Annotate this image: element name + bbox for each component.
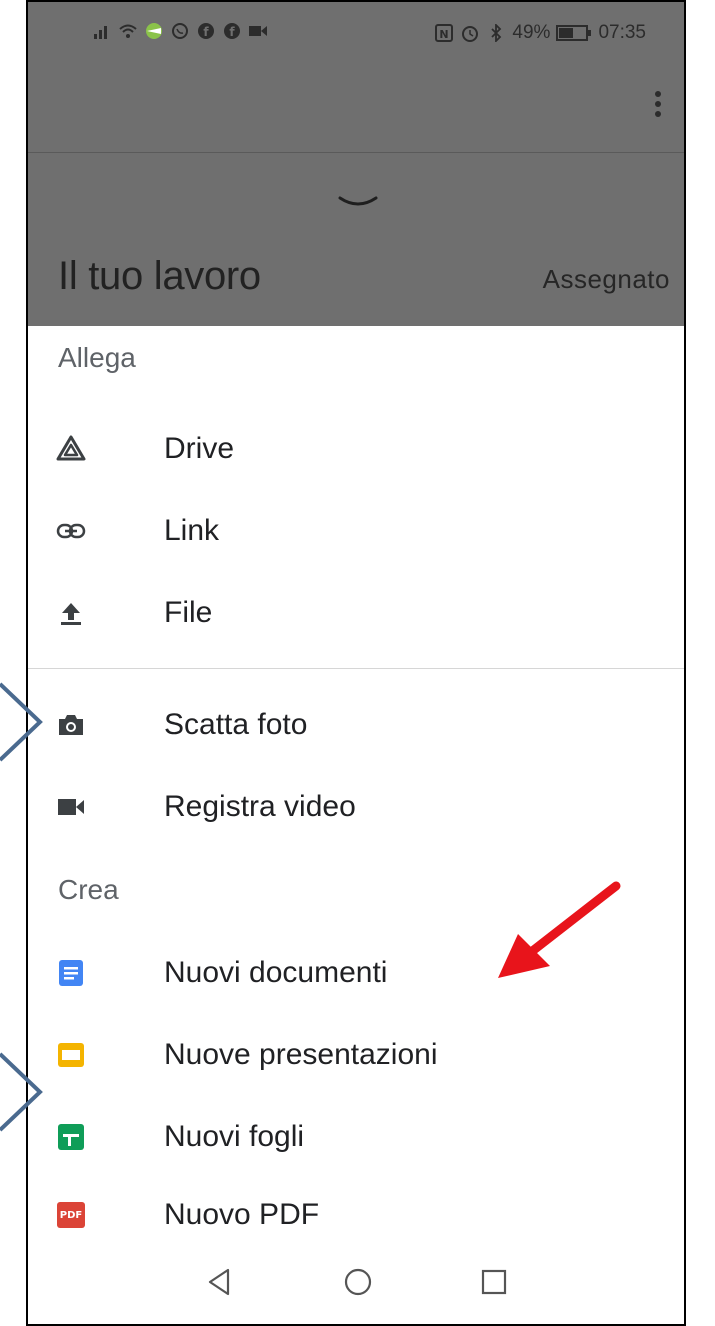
menu-item-label: Scatta foto — [164, 708, 308, 741]
menu-item-file[interactable]: File — [28, 578, 684, 648]
status-icons-left: f f — [92, 22, 268, 40]
more-options-icon[interactable] — [650, 88, 666, 128]
page-title: Il tuo lavoro — [58, 254, 261, 298]
dimmed-backdrop[interactable]: f f N 49% 07:35 Il tuo lavoro Assegnato — [28, 2, 684, 326]
pdf-icon: PDF — [56, 1200, 86, 1230]
drive-icon — [56, 434, 86, 464]
signal-icon — [94, 26, 107, 39]
menu-item-label: Link — [164, 514, 220, 547]
bluetooth-icon — [491, 24, 502, 42]
menu-item-label: File — [164, 596, 213, 629]
section-divider — [28, 668, 684, 669]
link-icon — [56, 516, 86, 546]
menu-item-label: Nuovo PDF — [164, 1198, 320, 1231]
nfc-icon: N — [435, 24, 454, 42]
annotation-chevron-right-icon — [0, 682, 43, 762]
app-notification-icon — [146, 23, 162, 39]
menu-item-label: Nuovi documenti — [164, 956, 388, 989]
menu-item-link[interactable]: Link — [28, 496, 684, 566]
menu-item-take-photo[interactable]: Scatta foto — [28, 690, 684, 760]
meet-icon — [249, 26, 267, 36]
phone-screen: f f N 49% 07:35 Il tuo lavoro Assegnato … — [26, 0, 686, 1326]
section-label-create: Crea — [58, 874, 119, 905]
battery-icon — [556, 25, 592, 41]
battery-percent: 49% — [512, 22, 551, 43]
upload-icon — [56, 598, 86, 628]
menu-item-label: Nuovi fogli — [164, 1120, 305, 1153]
collapse-chevron-icon[interactable] — [336, 192, 380, 212]
menu-item-new-slides[interactable]: Nuove presentazioni — [28, 1020, 684, 1090]
menu-item-label: Registra video — [164, 790, 356, 823]
docs-icon — [56, 958, 86, 988]
home-icon[interactable] — [338, 1262, 378, 1302]
sheets-icon — [56, 1122, 86, 1152]
menu-item-record-video[interactable]: Registra video — [28, 772, 684, 842]
status-icons-right: N 49% 07:35 — [434, 22, 646, 44]
whatsapp-icon — [172, 23, 188, 39]
alarm-icon — [462, 26, 479, 42]
svg-text:N: N — [440, 28, 449, 41]
svg-text:f: f — [229, 25, 235, 39]
section-label-attach: Allega — [58, 342, 136, 373]
svg-text:f: f — [203, 25, 209, 39]
annotation-chevron-right-icon — [0, 762, 48, 842]
status-bar: f f N 49% 07:35 — [28, 2, 684, 64]
clock: 07:35 — [598, 22, 646, 43]
menu-item-label: Nuove presentazioni — [164, 1038, 438, 1071]
back-icon[interactable] — [200, 1262, 240, 1302]
pdf-badge-text: PDF — [59, 1209, 83, 1221]
annotation-chevron-right-icon — [0, 1052, 43, 1132]
videocam-icon — [56, 792, 86, 822]
camera-icon — [56, 710, 86, 740]
menu-item-new-sheets[interactable]: Nuovi fogli — [28, 1102, 684, 1172]
menu-item-drive[interactable]: Drive — [28, 414, 684, 484]
annotation-arrow — [498, 881, 621, 978]
menu-item-label: Drive — [164, 432, 235, 465]
slides-icon — [56, 1040, 86, 1070]
facebook-icon: f — [198, 23, 214, 39]
recents-icon[interactable] — [474, 1262, 514, 1302]
status-badge: Assegnato — [542, 264, 670, 294]
system-navigation-bar — [28, 1240, 684, 1324]
wifi-icon — [119, 24, 137, 38]
header-divider — [28, 152, 684, 153]
facebook-icon-2: f — [224, 23, 240, 39]
